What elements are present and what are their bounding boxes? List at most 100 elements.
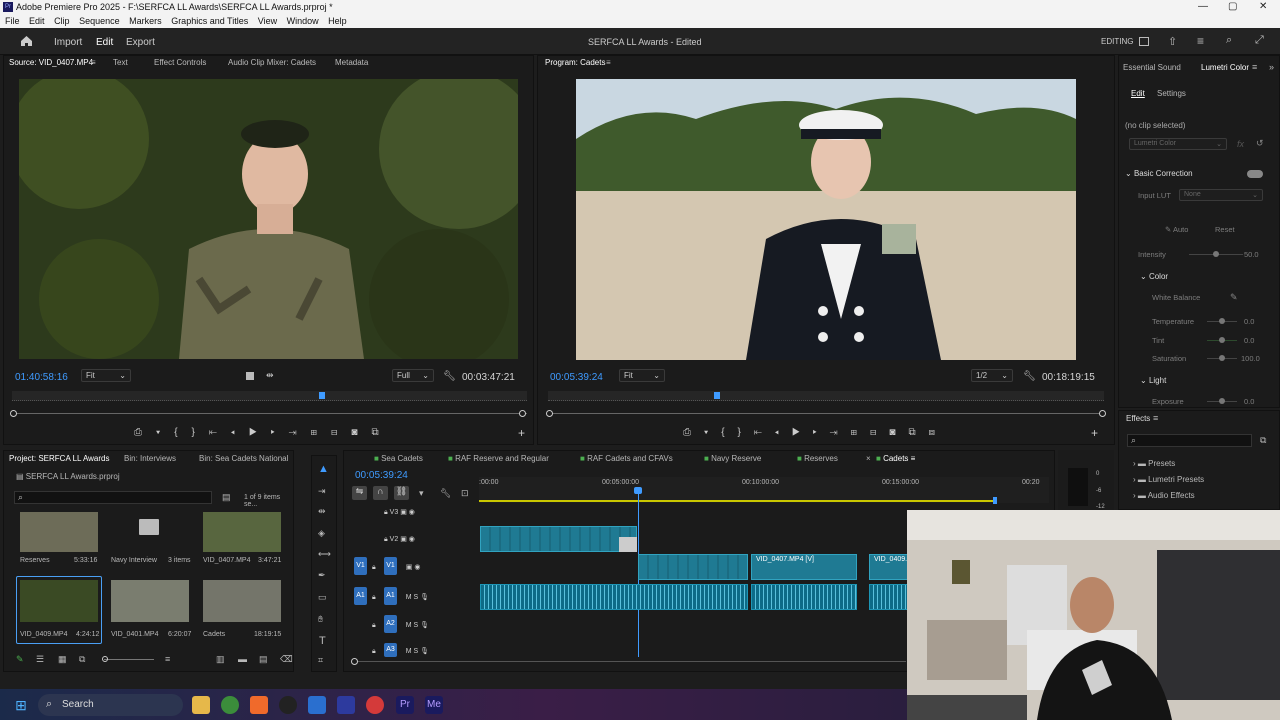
add-button-icon[interactable]: + xyxy=(518,426,525,440)
step-forward-icon[interactable]: ▸ xyxy=(271,427,289,438)
timeline-scrollbar[interactable] xyxy=(354,661,906,662)
mute-icon[interactable]: M xyxy=(406,594,412,601)
tab-essential-sound[interactable]: Essential Sound xyxy=(1123,63,1181,72)
basic-correction-toggle[interactable] xyxy=(1247,170,1263,178)
tab-source[interactable]: Source: VID_0407.MP4 xyxy=(9,58,93,67)
eye-icon[interactable]: ◉ xyxy=(409,536,415,543)
lock-icon[interactable]: 🔒︎ xyxy=(372,622,376,629)
intensity-value[interactable]: 50.0 xyxy=(1244,250,1259,259)
film-icon[interactable]: ▣ xyxy=(400,509,407,516)
workspace-label[interactable]: EDITING xyxy=(1101,37,1133,46)
step-back-icon[interactable]: ◂ xyxy=(775,427,792,438)
a1-clip-a[interactable] xyxy=(480,584,748,610)
playhead-handle[interactable] xyxy=(634,487,642,494)
share-icon[interactable]: ⇧ xyxy=(1168,35,1177,48)
panel-menu-icon[interactable]: ≡ xyxy=(606,58,611,67)
tint-value[interactable]: 0.0 xyxy=(1244,336,1254,345)
tab-bin-sea-cadets[interactable]: Bin: Sea Cadets National Bar xyxy=(199,454,291,463)
solo-icon[interactable]: S xyxy=(414,594,419,601)
zoom-handle-left[interactable] xyxy=(546,410,553,417)
source-patch-v1[interactable]: V1 xyxy=(354,557,367,575)
mark-in-icon[interactable]: { xyxy=(721,427,737,438)
play-icon[interactable]: ▶ xyxy=(249,427,271,438)
zoom-handle-right[interactable] xyxy=(1099,410,1106,417)
light-section-header[interactable]: ⌄ Light xyxy=(1140,376,1166,385)
source-zoom-bar[interactable] xyxy=(12,413,527,414)
auto-button[interactable]: ✎ Auto xyxy=(1165,225,1188,234)
menu-help[interactable]: Help xyxy=(328,14,347,28)
ripple-tool-icon[interactable]: ⇹ xyxy=(318,506,326,517)
mark-out-icon[interactable]: } xyxy=(738,427,754,438)
overlay-icon[interactable]: ⧉ xyxy=(908,427,928,438)
new-item-icon[interactable]: ▤ xyxy=(259,654,268,665)
rectangle-tool-icon[interactable]: ▭ xyxy=(318,592,327,603)
mute-icon[interactable]: M xyxy=(406,648,412,655)
tab-program[interactable]: Program: Cadets xyxy=(545,58,605,67)
app-icon[interactable] xyxy=(279,696,297,714)
marker-icon[interactable]: ▾ xyxy=(156,427,174,438)
panel-layout-icon[interactable] xyxy=(1139,37,1149,46)
settings-icon[interactable] xyxy=(246,372,254,380)
mark-in-icon[interactable]: { xyxy=(174,427,191,438)
reset-button[interactable]: Reset xyxy=(1215,225,1235,234)
marker-icon[interactable]: ▾ xyxy=(704,427,721,438)
v1-clip-a[interactable] xyxy=(638,554,748,580)
solo-icon[interactable]: S xyxy=(414,648,419,655)
app-icon[interactable] xyxy=(366,696,384,714)
mark-out-icon[interactable]: } xyxy=(192,427,209,438)
mic-icon[interactable]: 🎙︎ xyxy=(420,622,429,629)
eye-icon[interactable]: ◉ xyxy=(409,509,415,516)
captions-icon[interactable]: ⊡ xyxy=(461,488,469,499)
saturation-slider-handle[interactable] xyxy=(1219,355,1225,361)
automate-icon[interactable]: ▥ xyxy=(216,654,225,665)
razor-tool-icon[interactable]: ◈ xyxy=(318,528,325,539)
out-point-marker[interactable] xyxy=(993,497,997,504)
pencil-icon[interactable]: ✎ xyxy=(16,654,24,665)
timeline-tab-navy-reserve[interactable]: ■ Navy Reserve xyxy=(704,454,761,463)
transcript-tool-icon[interactable]: ⌗ xyxy=(318,655,323,666)
lock-icon[interactable]: 🔒︎ xyxy=(372,594,376,601)
snap-icon[interactable]: ∩ xyxy=(373,486,388,500)
fullscreen-icon[interactable]: ⤢ xyxy=(1255,34,1264,47)
source-video-frame[interactable] xyxy=(19,79,518,359)
source-fit-dropdown[interactable]: Fit ⌄ xyxy=(81,369,131,382)
eyedropper-icon[interactable]: ✎ xyxy=(1230,292,1238,303)
thumb-vid-0401[interactable] xyxy=(111,580,189,622)
project-search-input[interactable]: ⌕ xyxy=(14,491,212,504)
new-bin-icon[interactable]: ▬ xyxy=(238,654,247,664)
effects-title[interactable]: Effects xyxy=(1126,414,1150,423)
timeline-tab-reserves[interactable]: ■ Reserves xyxy=(797,454,838,463)
insert-clip-icon[interactable]: ⊞ xyxy=(311,427,331,438)
color-section-header[interactable]: ⌄ Color xyxy=(1140,272,1168,281)
pen-tool-icon[interactable]: ✒ xyxy=(318,570,326,581)
saturation-value[interactable]: 100.0 xyxy=(1241,354,1260,363)
timeline-tab-cadets[interactable]: ■ Cadets ≡ xyxy=(876,454,915,463)
track-select-tool-icon[interactable]: ⇥ xyxy=(318,486,326,497)
go-to-out-icon[interactable]: ⇥ xyxy=(289,427,311,438)
program-video-frame[interactable] xyxy=(576,79,1076,360)
source-playhead[interactable] xyxy=(319,392,325,399)
wrench-icon[interactable]: 🔧︎ xyxy=(443,371,456,382)
wrench-icon[interactable]: 🔧︎ xyxy=(1023,371,1036,382)
windows-start-icon[interactable]: ⊞ xyxy=(12,696,30,714)
menu-view[interactable]: View xyxy=(258,14,277,28)
program-zoom-bar[interactable] xyxy=(550,413,1103,414)
overlay-icon[interactable]: ⧉ xyxy=(371,427,392,438)
thumb-vid-0409[interactable] xyxy=(20,580,98,622)
tab-project[interactable]: Project: SERFCA LL Awards xyxy=(9,454,110,463)
brave-icon[interactable] xyxy=(250,696,268,714)
tab-audio-mixer[interactable]: Audio Clip Mixer: Cadets xyxy=(228,58,316,67)
step-back-icon[interactable]: ◂ xyxy=(231,427,249,438)
quick-export-icon[interactable]: ≡ xyxy=(1197,34,1204,48)
panel-menu-icon[interactable]: ≡ xyxy=(1252,62,1257,72)
camera-icon[interactable]: ◙ xyxy=(889,427,908,438)
insert-overwrite-icon[interactable]: ⇋ xyxy=(352,486,367,500)
tab-lumetri-color[interactable]: Lumetri Color xyxy=(1201,63,1249,72)
film-icon[interactable]: ▣ xyxy=(400,536,407,543)
lock-icon[interactable]: 🔒︎ xyxy=(372,564,376,571)
outlook-icon[interactable] xyxy=(308,696,326,714)
menu-file[interactable]: File xyxy=(5,14,20,28)
nav-export[interactable]: Export xyxy=(126,37,155,48)
solo-icon[interactable]: S xyxy=(414,622,419,629)
source-time-ruler[interactable] xyxy=(12,391,527,401)
